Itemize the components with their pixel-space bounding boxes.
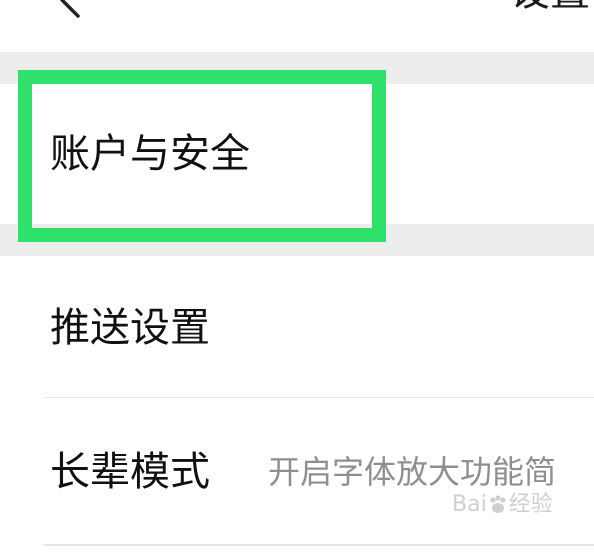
watermark-text-left: Bai: [452, 492, 487, 517]
settings-item-account-security[interactable]: 账户与安全: [0, 84, 594, 224]
settings-item-label: 推送设置: [50, 305, 210, 351]
group-separator: [0, 52, 594, 84]
settings-item-elder-mode[interactable]: 长辈模式 开启字体放大功能简: [0, 398, 594, 546]
settings-screen: 设置 账户与安全 推送设置 长辈模式 开启字体放大功能简 Bai 经验: [0, 0, 594, 558]
group-separator: [0, 224, 594, 256]
row-divider: [44, 544, 594, 546]
page-title: 设置: [510, 0, 590, 12]
settings-item-label: 账户与安全: [50, 131, 250, 177]
baidu-watermark: Bai 经验: [452, 494, 553, 516]
paw-icon: [490, 495, 506, 513]
chevron-left-icon: [60, 0, 80, 18]
settings-item-description: 开启字体放大功能简: [268, 453, 557, 491]
settings-item-push[interactable]: 推送设置: [0, 256, 594, 398]
settings-item-label: 长辈模式: [50, 449, 210, 495]
watermark-text-right: 经验: [508, 492, 553, 517]
header-bar: 设置: [0, 0, 594, 52]
back-button[interactable]: [50, 0, 90, 20]
